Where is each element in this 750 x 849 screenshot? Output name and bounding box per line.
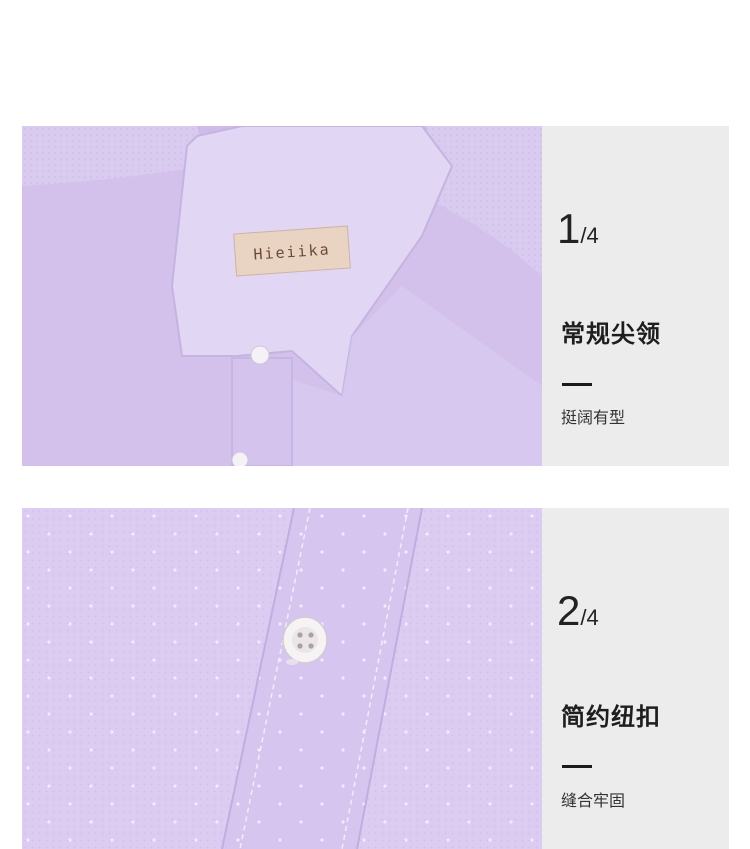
feature-info-1: 1/4 常规尖领 挺阔有型 bbox=[542, 126, 729, 466]
feature-panel-button: 2/4 简约纽扣 缝合牢固 bbox=[22, 508, 729, 849]
feature-panel-collar: Hieiika 1/4 常规尖领 挺阔有型 bbox=[22, 126, 729, 466]
feature-subtitle: 挺阔有型 bbox=[561, 408, 626, 427]
button-photo bbox=[22, 508, 542, 849]
collar-button bbox=[250, 345, 270, 365]
feature-counter: 1/4 bbox=[557, 208, 599, 250]
feature-title: 常规尖领 bbox=[561, 320, 661, 348]
brand-label: Hieiika bbox=[233, 225, 351, 277]
front-button bbox=[231, 451, 249, 466]
feature-info-2: 2/4 简约纽扣 缝合牢固 bbox=[542, 508, 729, 849]
feature-total: /4 bbox=[580, 223, 599, 248]
feature-total: /4 bbox=[580, 605, 599, 630]
collar-photo: Hieiika bbox=[22, 126, 542, 466]
feature-index: 1 bbox=[557, 205, 581, 252]
button-illustration bbox=[22, 508, 542, 849]
feature-title: 简约纽扣 bbox=[561, 703, 661, 731]
feature-index: 2 bbox=[557, 587, 581, 634]
feature-subtitle: 缝合牢固 bbox=[561, 791, 626, 810]
divider-bar bbox=[562, 383, 592, 386]
feature-counter: 2/4 bbox=[557, 590, 599, 632]
divider-bar bbox=[562, 765, 592, 768]
collar-illustration: Hieiika bbox=[22, 126, 542, 466]
